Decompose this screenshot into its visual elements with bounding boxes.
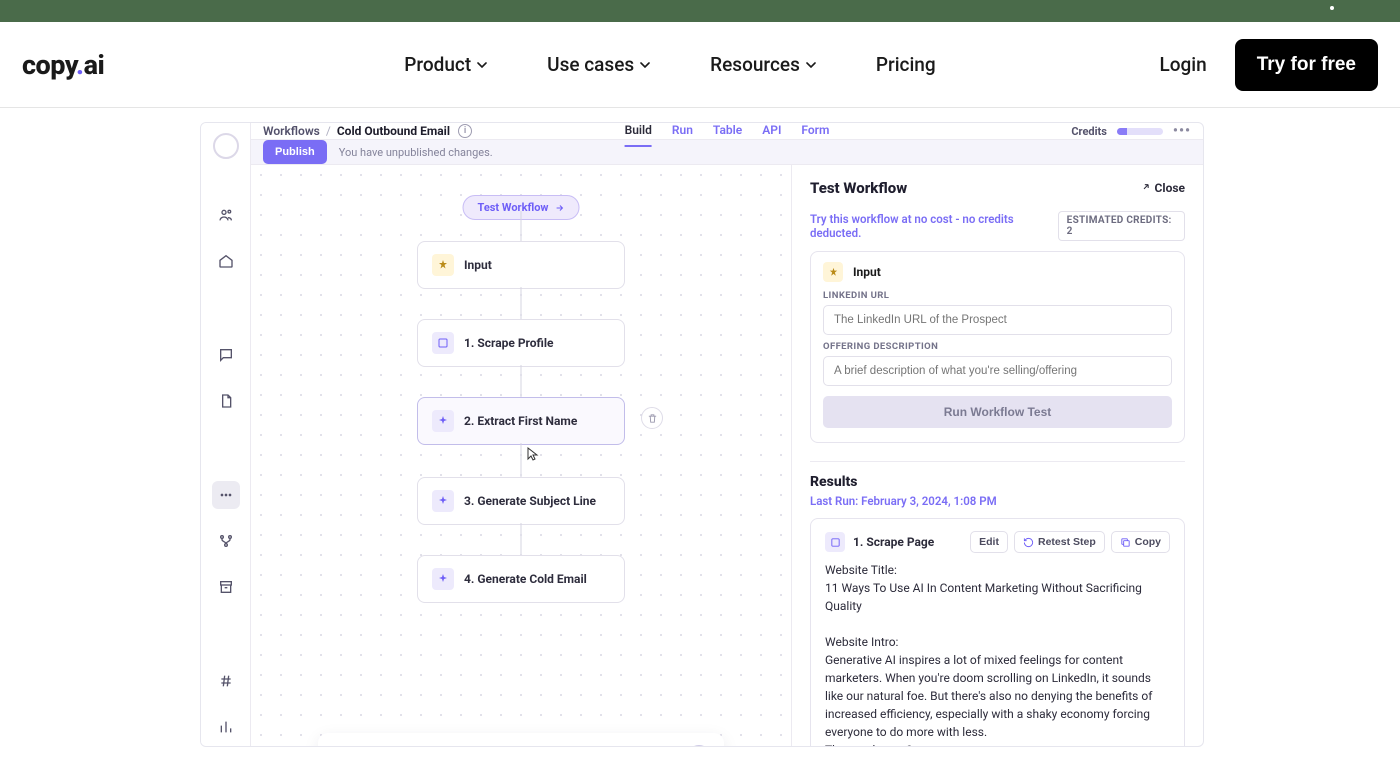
results-title: Results (810, 474, 1185, 490)
copy-icon (1120, 537, 1131, 548)
linkedin-url-input[interactable] (823, 305, 1172, 335)
delete-node-button[interactable] (641, 407, 663, 429)
tab-table[interactable]: Table (713, 122, 742, 147)
node-scrape-profile[interactable]: 1. Scrape Profile (417, 319, 625, 367)
left-rail (201, 123, 251, 746)
last-run-timestamp: Last Run: February 3, 2024, 1:08 PM (810, 494, 1185, 508)
offering-description-label: OFFERING DESCRIPTION (823, 341, 1172, 352)
view-tabs: Build Run Table API Form (625, 122, 830, 147)
arrow-right-icon (554, 203, 564, 213)
linkedin-url-label: LINKEDIN URL (823, 290, 1172, 301)
node-extract-first-name[interactable]: 2. Extract First Name (417, 397, 625, 445)
chat-composer: Build History (318, 733, 724, 747)
panel-title: Test Workflow (810, 179, 907, 197)
sparkle-icon (432, 490, 454, 512)
result-step-title: 1. Scrape Page (853, 533, 934, 551)
nav-usecases[interactable]: Use cases (547, 53, 650, 76)
publish-message: You have unpublished changes. (339, 146, 493, 159)
try-for-free-button[interactable]: Try for free (1235, 39, 1378, 91)
offering-description-input[interactable] (823, 356, 1172, 386)
credits-label: Credits (1071, 125, 1107, 138)
node-label: 4. Generate Cold Email (464, 572, 587, 586)
people-icon[interactable] (212, 201, 240, 229)
node-label: Input (464, 258, 492, 272)
breadcrumb-sep: / (326, 124, 331, 138)
publish-button[interactable]: Publish (263, 140, 327, 164)
credits-bar (1117, 128, 1163, 135)
tab-build[interactable]: Build (625, 122, 652, 147)
result-body: Website Title: 11 Ways To Use AI In Cont… (825, 561, 1170, 747)
test-panel: Test Workflow Close Try this workflow at… (791, 165, 1203, 747)
main-area: Workflows / Cold Outbound Email i Build … (251, 123, 1203, 746)
copy-step-button[interactable]: Copy (1111, 531, 1170, 553)
node-label: 3. Generate Subject Line (464, 494, 596, 508)
chevron-down-icon (806, 62, 816, 68)
cursor-icon (527, 447, 539, 461)
estimated-credits-chip: ESTIMATED CREDITS: 2 (1058, 211, 1185, 241)
login-link[interactable]: Login (1160, 53, 1207, 76)
send-button[interactable] (686, 745, 712, 747)
node-generate-subject-line[interactable]: 3. Generate Subject Line (417, 477, 625, 525)
home-icon[interactable] (212, 247, 240, 275)
chat-icon[interactable] (212, 341, 240, 369)
input-card: Input LINKEDIN URL OFFERING DESCRIPTION … (810, 251, 1185, 443)
chart-icon[interactable] (212, 713, 240, 741)
browser-chrome-stripe (0, 0, 1400, 22)
stripe-dot (1330, 6, 1334, 10)
breadcrumb-root[interactable]: Workflows (263, 124, 320, 138)
site-header: copy.ai Product Use cases Resources Pric… (0, 22, 1400, 108)
nav-resources[interactable]: Resources (710, 53, 816, 76)
node-label: 2. Extract First Name (464, 414, 577, 428)
chevron-down-icon (477, 62, 487, 68)
workflow-canvas[interactable]: Test Workflow Input 1. Scrape Profile 2.… (251, 165, 791, 747)
archive-icon[interactable] (212, 573, 240, 601)
run-workflow-test-button[interactable]: Run Workflow Test (823, 396, 1172, 428)
tab-form[interactable]: Form (801, 122, 829, 147)
node-generate-cold-email[interactable]: 4. Generate Cold Email (417, 555, 625, 603)
site-nav: Product Use cases Resources Pricing (404, 53, 935, 76)
nav-product[interactable]: Product (404, 53, 487, 76)
input-icon (432, 254, 454, 276)
breadcrumb-name[interactable]: Cold Outbound Email (337, 124, 450, 138)
sparkle-icon (432, 568, 454, 590)
document-icon[interactable] (212, 387, 240, 415)
section-divider (810, 461, 1185, 462)
hash-icon[interactable] (212, 667, 240, 695)
try-workflow-hint: Try this workflow at no cost - no credit… (810, 212, 1058, 240)
result-step-card: 1. Scrape Page Edit Retest Step Copy Web… (810, 518, 1185, 747)
workspace-avatar[interactable] (213, 133, 239, 159)
node-label: 1. Scrape Profile (464, 336, 554, 350)
input-card-title: Input (853, 265, 881, 279)
branch-icon[interactable] (212, 527, 240, 555)
arrow-close-icon (1139, 183, 1149, 193)
input-icon (823, 262, 843, 282)
retest-step-button[interactable]: Retest Step (1014, 531, 1105, 553)
info-icon[interactable]: i (458, 124, 472, 138)
more-icon[interactable]: ••• (1173, 123, 1191, 139)
app-screenshot-frame: Workflows / Cold Outbound Email i Build … (200, 122, 1204, 747)
edit-step-button[interactable]: Edit (970, 531, 1008, 553)
workflow-icon[interactable] (212, 481, 240, 509)
nav-pricing[interactable]: Pricing (876, 53, 936, 76)
chevron-down-icon (640, 62, 650, 68)
workflow-header: Workflows / Cold Outbound Email i Build … (251, 123, 1203, 139)
sparkle-icon (432, 410, 454, 432)
scrape-icon (432, 332, 454, 354)
scrape-icon (825, 532, 845, 552)
close-panel-button[interactable]: Close (1139, 181, 1185, 195)
refresh-icon (1023, 537, 1034, 548)
tab-api[interactable]: API (762, 122, 781, 147)
node-input[interactable]: Input (417, 241, 625, 289)
tab-run[interactable]: Run (672, 122, 693, 147)
site-logo[interactable]: copy.ai (22, 49, 104, 81)
